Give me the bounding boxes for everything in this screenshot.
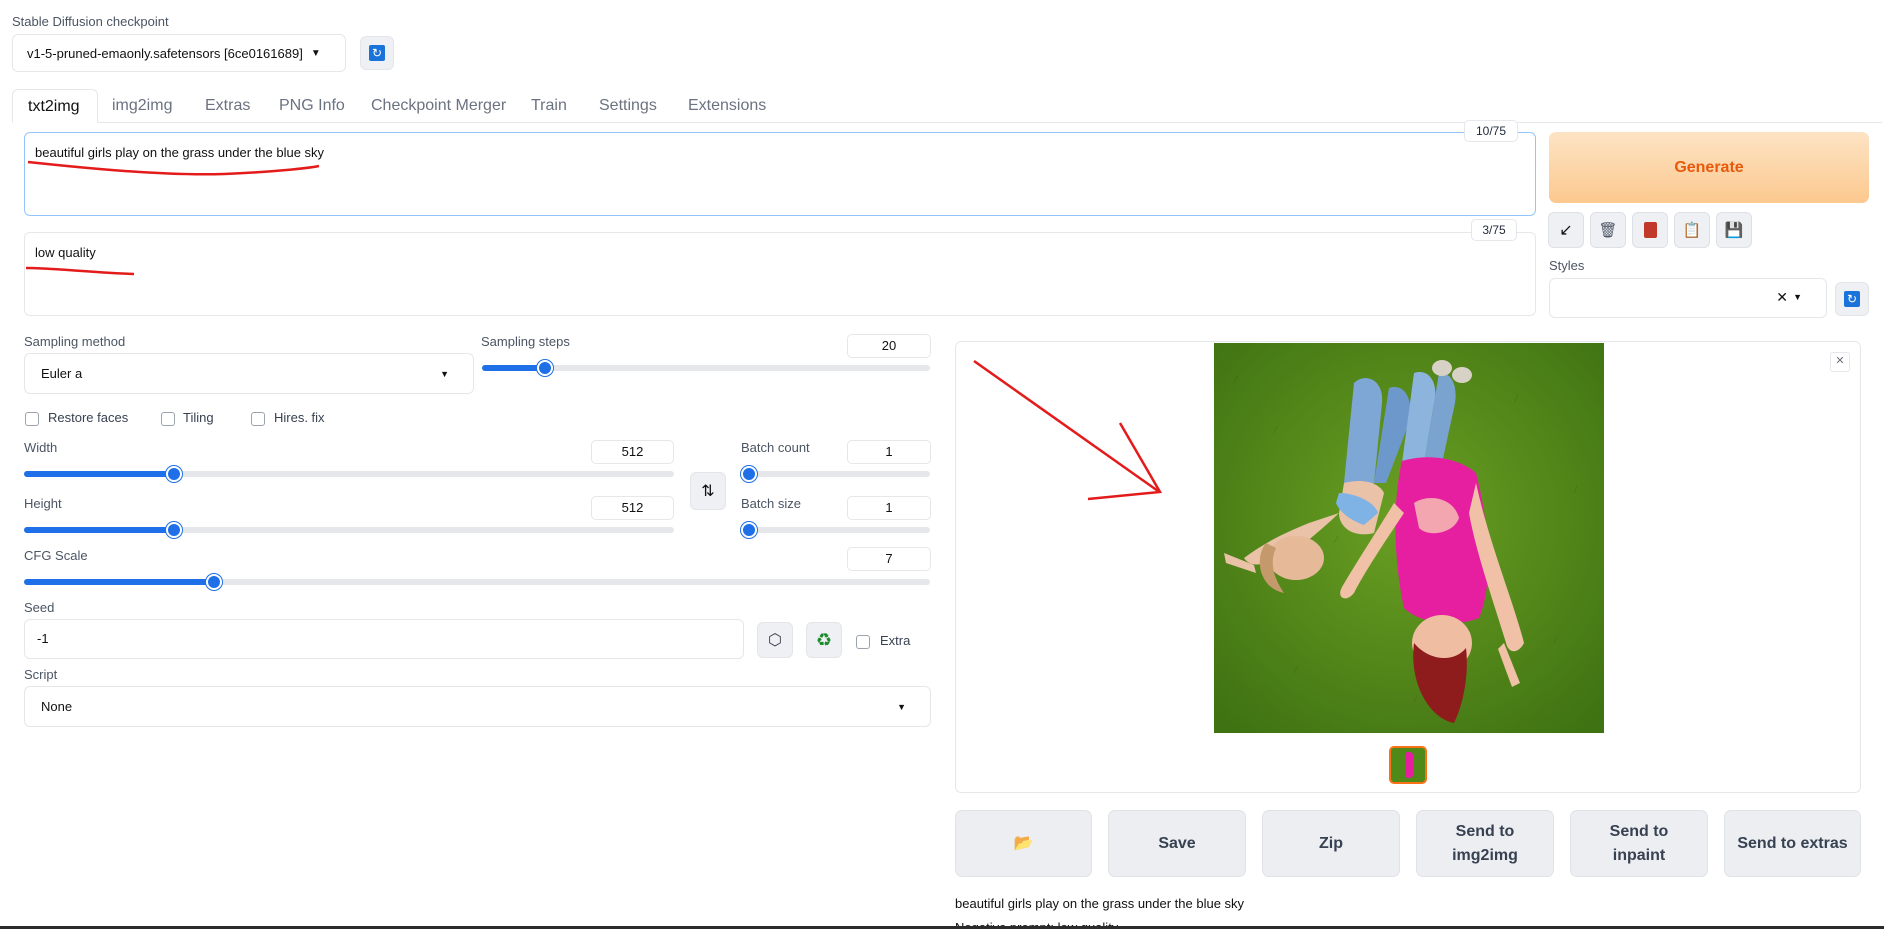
tab-extras[interactable]: Extras [205, 97, 250, 115]
restore-faces-checkbox[interactable] [25, 412, 39, 426]
reuse-seed-button[interactable]: ♻ [806, 622, 842, 658]
recycle-icon: ♻ [815, 629, 833, 650]
thumbnail[interactable] [1389, 746, 1427, 784]
sampling-steps-input[interactable]: 20 [847, 334, 931, 358]
sampling-method-value: Euler a [41, 366, 83, 381]
width-slider[interactable] [24, 466, 674, 482]
tab-train[interactable]: Train [531, 97, 567, 115]
seed-label: Seed [24, 600, 55, 615]
refresh-checkpoint-button[interactable]: ↻ [360, 36, 394, 70]
thumbnail-image [1405, 752, 1413, 778]
batch-count-label: Batch count [741, 440, 810, 455]
extra-networks-button[interactable] [1632, 212, 1668, 248]
chevron-down-icon: ▼ [440, 369, 449, 379]
generated-image[interactable] [1214, 343, 1604, 733]
height-input[interactable]: 512 [591, 496, 674, 520]
batch-count-slider[interactable] [741, 466, 930, 482]
apply-style-button[interactable]: 📋 [1674, 212, 1710, 248]
swap-arrows-icon: ⇅ [701, 483, 715, 500]
cfg-scale-input[interactable]: 7 [847, 547, 931, 571]
seed-value: -1 [37, 631, 49, 646]
annotation-underline [27, 160, 320, 176]
sampling-method-dropdown[interactable]: Euler a ▼ [24, 353, 474, 394]
send-to-extras-button[interactable]: Send to extras [1724, 810, 1861, 877]
script-dropdown[interactable]: None ▼ [24, 686, 931, 727]
generate-button[interactable]: Generate [1549, 132, 1869, 203]
extra-seed-label: Extra [880, 633, 911, 648]
clear-icon[interactable]: ✕ [1776, 289, 1788, 306]
swap-dimensions-button[interactable]: ⇅ [690, 472, 726, 510]
floppy-disk-icon: 💾 [1724, 222, 1744, 239]
cfg-scale-slider[interactable] [24, 574, 930, 590]
tab-txt2img[interactable]: txt2img [12, 89, 98, 123]
restore-faces-label: Restore faces [48, 410, 129, 425]
batch-size-slider[interactable] [741, 522, 930, 538]
checkpoint-dropdown[interactable]: v1-5-pruned-emaonly.safetensors [6ce0161… [12, 34, 346, 72]
clear-prompt-button[interactable]: 🗑 [1590, 212, 1626, 248]
send-to-inpaint-button[interactable]: Send to inpaint [1570, 810, 1708, 877]
open-folder-button[interactable]: 📂 [955, 810, 1092, 877]
refresh-icon: ↻ [369, 45, 385, 61]
extra-seed-checkbox[interactable] [856, 635, 870, 649]
sampling-steps-slider[interactable] [482, 360, 930, 376]
height-slider[interactable] [24, 522, 674, 538]
chevron-down-icon: ▼ [897, 702, 906, 712]
tab-img2img[interactable]: img2img [112, 97, 172, 115]
tab-extensions[interactable]: Extensions [688, 97, 766, 115]
hires-fix-label: Hires. fix [274, 410, 325, 425]
annotation-arrow [973, 359, 1163, 501]
zip-button[interactable]: Zip [1262, 810, 1400, 877]
styles-label: Styles [1549, 258, 1585, 273]
refresh-styles-button[interactable]: ↻ [1835, 282, 1869, 316]
styles-dropdown[interactable]: ✕ ▼ [1549, 278, 1827, 318]
negative-prompt-text: low quality [35, 245, 96, 260]
clipboard-icon: 📋 [1682, 222, 1702, 239]
sampling-method-label: Sampling method [24, 334, 126, 349]
restore-prompt-button[interactable]: ↙ [1548, 212, 1584, 248]
dice-icon: ⬡ [768, 632, 782, 649]
batch-size-label: Batch size [741, 496, 801, 511]
script-label: Script [24, 667, 58, 682]
annotation-underline [25, 266, 135, 276]
chevron-down-icon: ▼ [1793, 292, 1802, 302]
save-style-button[interactable]: 💾 [1716, 212, 1752, 248]
negative-prompt-textarea[interactable]: low quality [24, 232, 1536, 316]
batch-size-input[interactable]: 1 [847, 496, 931, 520]
tab-checkpoint-merger[interactable]: Checkpoint Merger [371, 97, 506, 115]
tab-settings[interactable]: Settings [599, 97, 657, 115]
random-seed-button[interactable]: ⬡ [757, 622, 793, 658]
send-to-img2img-button[interactable]: Send to img2img [1416, 810, 1554, 877]
batch-count-input[interactable]: 1 [847, 440, 931, 464]
hires-fix-checkbox[interactable] [251, 412, 265, 426]
checkpoint-label: Stable Diffusion checkpoint [12, 14, 169, 29]
seed-input[interactable]: -1 [24, 619, 744, 659]
width-label: Width [24, 440, 58, 455]
cfg-scale-label: CFG Scale [24, 548, 88, 563]
script-value: None [41, 699, 73, 714]
tab-png-info[interactable]: PNG Info [279, 97, 345, 115]
negative-token-counter: 3/75 [1471, 219, 1517, 241]
checkpoint-value: v1-5-pruned-emaonly.safetensors [6ce0161… [27, 45, 303, 61]
generation-info-prompt: beautiful girls play on the grass under … [955, 896, 1245, 911]
tiling-checkbox[interactable] [161, 412, 175, 426]
folder-icon: 📂 [1013, 834, 1034, 852]
cards-icon [1643, 222, 1657, 238]
refresh-icon: ↻ [1844, 291, 1860, 307]
width-input[interactable]: 512 [591, 440, 674, 464]
arrow-down-left-icon: ↙ [1559, 222, 1573, 239]
sampling-steps-label: Sampling steps [481, 334, 570, 349]
tiling-label: Tiling [183, 410, 214, 425]
prompt-token-counter: 10/75 [1464, 120, 1518, 142]
save-button[interactable]: Save [1108, 810, 1246, 877]
close-icon[interactable]: ✕ [1830, 352, 1850, 372]
trash-icon: 🗑 [1598, 222, 1618, 239]
height-label: Height [24, 496, 62, 511]
chevron-down-icon: ▼ [310, 47, 321, 59]
